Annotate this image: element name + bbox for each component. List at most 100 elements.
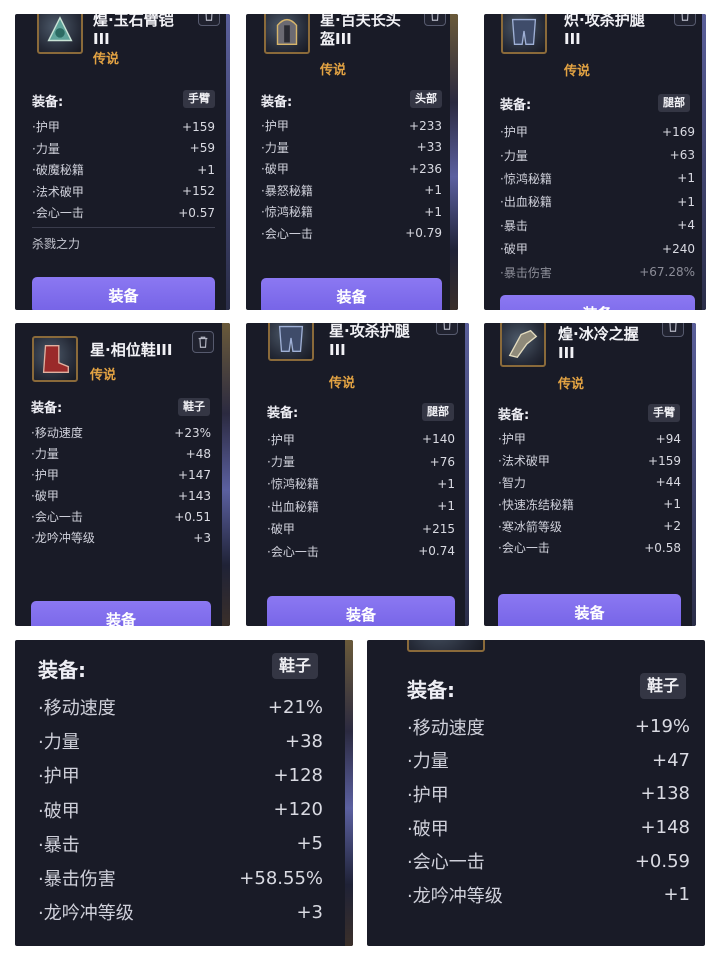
stat-label: ·力量 xyxy=(32,141,60,156)
stat-row: ·力量 +59 xyxy=(32,138,215,160)
stat-label: ·暴怒秘籍 xyxy=(261,183,313,198)
equip-label: 装备: xyxy=(38,658,86,682)
stat-value: +159 xyxy=(182,119,215,134)
stat-label: ·移动速度 xyxy=(407,717,485,739)
stat-row: ·护甲 +233 xyxy=(261,115,442,137)
stat-value: +0.58 xyxy=(644,540,681,555)
item-name-line: 星·百夫长头 xyxy=(320,14,401,29)
stat-label: ·护甲 xyxy=(500,125,528,140)
item-icon xyxy=(501,14,547,54)
equip-button[interactable]: 装备 xyxy=(267,596,455,626)
stat-label: ·力量 xyxy=(500,148,528,163)
stat-value: +47 xyxy=(652,749,690,771)
stat-value: +1 xyxy=(424,204,442,219)
stat-value: +67.28% xyxy=(639,265,695,280)
stat-list: ·移动速度 +19% ·力量 +47 ·护甲 +138 ·破甲 +148 ·会心一击 +0… xyxy=(407,710,690,912)
stat-row: ·破甲 +236 xyxy=(261,158,442,180)
item-name: 星·攻杀护腿 III xyxy=(329,323,410,360)
equip-button[interactable]: 装备 xyxy=(500,295,695,310)
stat-label: ·法术破甲 xyxy=(498,454,550,469)
set-name: 杀戮之力 xyxy=(32,237,81,251)
stat-label: ·会心一击 xyxy=(31,510,83,524)
stat-row: ·寒冰箭等级 +2 xyxy=(498,515,681,537)
delete-icon[interactable] xyxy=(662,323,684,337)
item-name-line: 煌·玉石臂铠 xyxy=(93,14,174,29)
stat-row: ·惊鸿秘籍 +1 xyxy=(267,473,455,495)
item-name-line: 星·相位鞋III xyxy=(90,341,173,359)
stat-label: ·破甲 xyxy=(500,242,528,257)
delete-icon[interactable] xyxy=(424,14,446,26)
stat-value: +1 xyxy=(197,162,215,177)
item-name: 炽·攻杀护腿 III xyxy=(564,14,645,49)
delete-icon[interactable] xyxy=(192,331,214,353)
stat-value: +159 xyxy=(648,453,681,468)
stat-value: +152 xyxy=(182,184,215,199)
stat-row: ·力量 +33 xyxy=(261,137,442,159)
stat-label: ·法术破甲 xyxy=(32,184,84,199)
rarity-label: 传说 xyxy=(329,376,356,391)
slot-badge: 腿部 xyxy=(658,94,690,112)
slot-badge: 头部 xyxy=(410,90,442,108)
stat-label: ·护甲 xyxy=(267,432,295,447)
panel-edge xyxy=(702,14,706,310)
stat-value: +1 xyxy=(663,497,681,512)
equip-button[interactable]: 装备 xyxy=(32,277,215,310)
stat-label: ·移动速度 xyxy=(31,426,83,440)
stat-value: +48 xyxy=(185,446,211,461)
slot-badge: 鞋子 xyxy=(178,398,210,416)
stat-value: +63 xyxy=(669,148,695,163)
stat-value: +3 xyxy=(296,901,323,923)
stat-row: ·护甲 +159 xyxy=(32,116,215,138)
stat-row: ·移动速度 +21% xyxy=(38,690,323,724)
rarity-label: 传说 xyxy=(93,52,120,67)
stat-value: +128 xyxy=(273,764,323,786)
stat-label: ·力量 xyxy=(38,732,80,754)
stat-label: ·护甲 xyxy=(38,766,80,788)
stat-label: ·出血秘籍 xyxy=(267,499,319,514)
panel-edge xyxy=(450,14,458,310)
stat-value: +21% xyxy=(267,696,323,718)
stat-value: +1 xyxy=(677,171,695,186)
item-name-line: III xyxy=(564,30,581,48)
rarity-label: 传说 xyxy=(320,63,347,78)
stat-row: ·护甲 +138 xyxy=(407,777,690,811)
equip-button[interactable]: 装备 xyxy=(31,601,211,626)
divider xyxy=(32,227,215,228)
stat-label: ·破魔秘籍 xyxy=(32,163,84,178)
stat-value: +5 xyxy=(296,833,323,855)
stat-label: ·暴击 xyxy=(500,218,528,233)
item-icon xyxy=(500,323,546,367)
equip-button[interactable]: 装备 xyxy=(261,278,442,310)
stat-label: ·暴击 xyxy=(38,834,80,856)
stat-list: ·护甲 +169 ·力量 +63 ·惊鸿秘籍 +1 ·出血秘籍 +1 ·暴击 +4 ·破甲… xyxy=(500,120,695,284)
stat-value: +1 xyxy=(437,476,455,491)
stat-label: ·会心一击 xyxy=(32,206,84,221)
item-name-line: 盔III xyxy=(320,30,352,48)
stat-row: ·暴击伤害 +67.28% xyxy=(500,260,695,283)
stat-row: ·暴怒秘籍 +1 xyxy=(261,180,442,202)
stat-value: +33 xyxy=(416,140,442,155)
item-card-star-leggings: 星·攻杀护腿 III 传说 装备: 腿部 ·护甲 +140 ·力量 +76 ·惊鸿秘… xyxy=(246,323,469,626)
item-icon xyxy=(37,14,83,54)
stat-value: +0.57 xyxy=(178,205,215,220)
stat-value: +120 xyxy=(273,799,323,821)
item-card-jade-arm: 煌·玉石臂铠 III 传说 装备: 手臂 ·护甲 +159 ·力量 +59 ·破魔秘… xyxy=(15,14,230,310)
delete-icon[interactable] xyxy=(674,14,696,26)
delete-icon[interactable] xyxy=(198,14,220,26)
slot-badge: 腿部 xyxy=(422,403,454,421)
item-name-line: 煌·冰冷之握 xyxy=(558,325,639,343)
stat-row: ·法术破甲 +159 xyxy=(498,450,681,472)
stat-value: +76 xyxy=(429,454,455,469)
panel-edge xyxy=(222,323,230,626)
delete-icon[interactable] xyxy=(436,323,458,335)
stat-value: +0.79 xyxy=(405,226,442,241)
item-name-line: 星·攻杀护腿 xyxy=(329,323,410,340)
stat-label: ·惊鸿秘籍 xyxy=(261,205,313,220)
equip-label: 装备: xyxy=(407,678,455,702)
equip-button[interactable]: 装备 xyxy=(498,594,681,626)
stat-list: ·护甲 +140 ·力量 +76 ·惊鸿秘籍 +1 ·出血秘籍 +1 ·破甲 +215 ·… xyxy=(267,428,455,562)
stat-label: ·移动速度 xyxy=(38,698,116,720)
stat-row: ·会心一击 +0.57 xyxy=(32,202,215,224)
stat-value: +147 xyxy=(178,467,211,482)
stat-row: ·移动速度 +23% xyxy=(31,422,211,443)
